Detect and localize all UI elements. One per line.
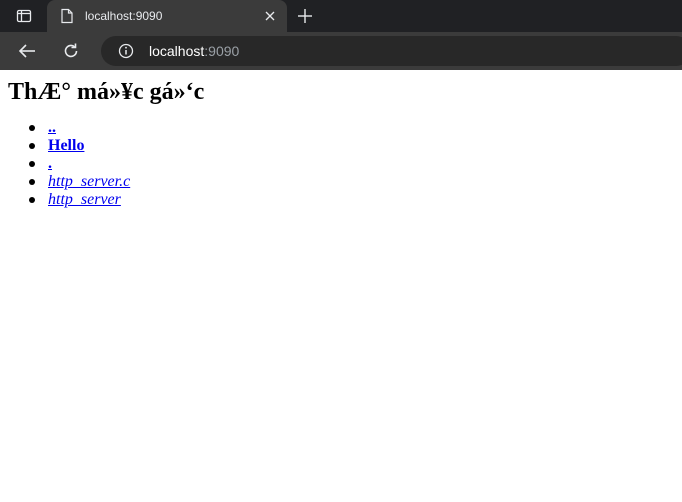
dir-link-hello[interactable]: Hello bbox=[48, 137, 84, 154]
tab-title: localhost:9090 bbox=[85, 9, 163, 23]
tab-strip: localhost:9090 bbox=[0, 0, 682, 32]
close-icon[interactable] bbox=[262, 8, 278, 24]
list-item: . bbox=[29, 155, 674, 173]
url-host: localhost bbox=[149, 43, 205, 59]
browser-toolbar: localhost:9090 bbox=[0, 32, 682, 70]
active-tab[interactable]: localhost:9090 bbox=[47, 0, 287, 32]
file-link-http-server-c[interactable]: http_server.c bbox=[48, 173, 130, 190]
directory-listing: .. Hello . http_server.c http_server bbox=[8, 119, 674, 209]
dir-link-parent[interactable]: .. bbox=[48, 119, 56, 136]
list-item: .. bbox=[29, 119, 674, 137]
plus-icon[interactable] bbox=[294, 6, 316, 26]
tab-actions-icon[interactable] bbox=[9, 6, 39, 26]
info-icon[interactable] bbox=[117, 42, 135, 60]
reload-icon[interactable] bbox=[60, 40, 82, 62]
address-bar[interactable]: localhost:9090 bbox=[101, 36, 682, 66]
list-item: http_server bbox=[29, 191, 674, 209]
url-port: :9090 bbox=[204, 43, 240, 59]
dir-link-current[interactable]: . bbox=[48, 155, 52, 172]
file-link-http-server[interactable]: http_server bbox=[48, 191, 121, 208]
page-title: ThÆ° má»¥c gá»‘c bbox=[8, 79, 205, 105]
url-text[interactable]: localhost:9090 bbox=[149, 43, 239, 59]
file-icon bbox=[59, 8, 75, 24]
list-item: Hello bbox=[29, 137, 674, 155]
back-arrow-icon[interactable] bbox=[16, 40, 38, 62]
page-content: ThÆ° má»¥c gá»‘c .. Hello . http_server.… bbox=[0, 79, 682, 209]
list-item: http_server.c bbox=[29, 173, 674, 191]
